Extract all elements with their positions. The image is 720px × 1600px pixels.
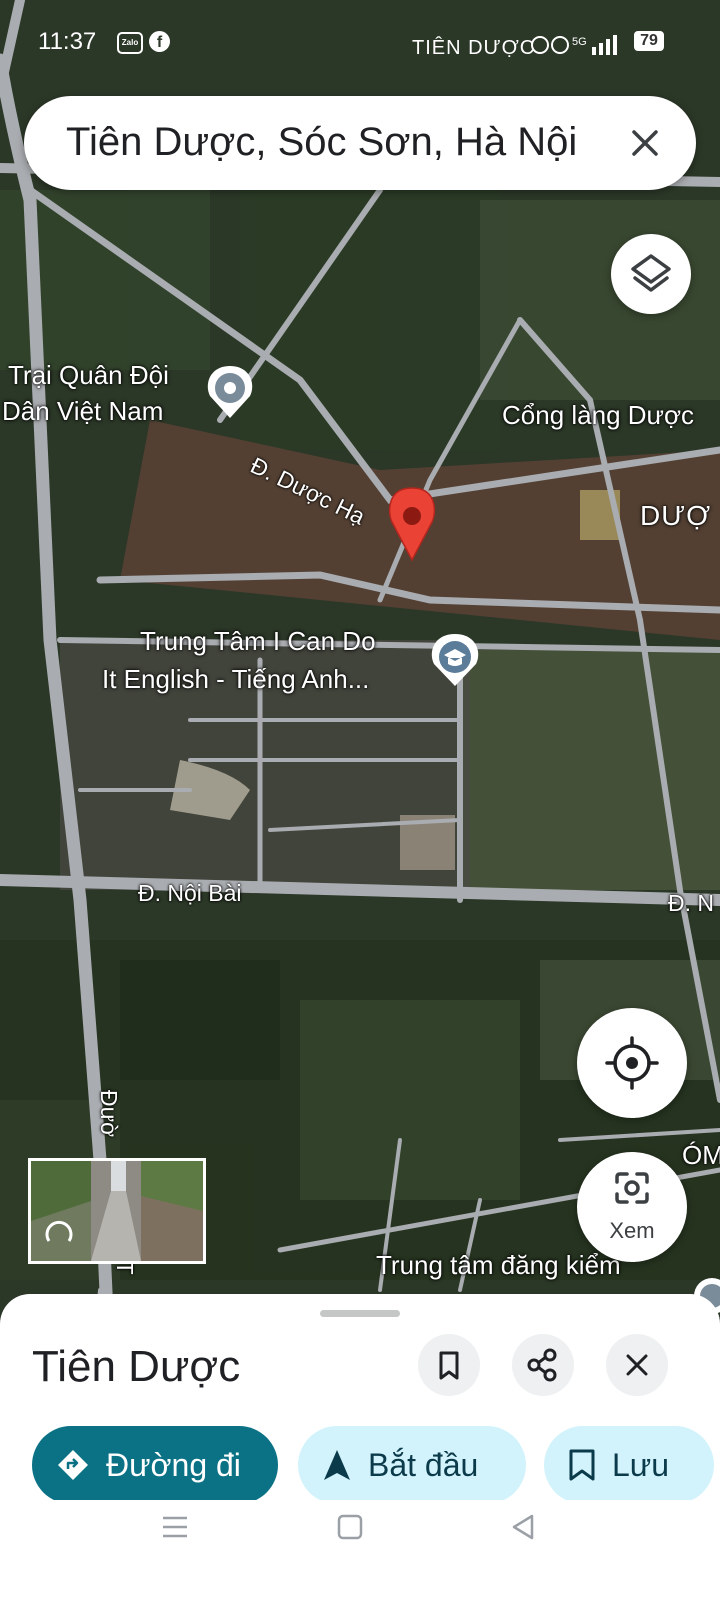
save-button[interactable]: Lưu (544, 1426, 714, 1504)
navigation-arrow-icon (322, 1448, 352, 1482)
status-bar: 11:37 Zalo f TIÊN DƯỢC 5G 79 (0, 0, 720, 84)
directions-label: Đường đi (106, 1446, 241, 1483)
start-navigation-button[interactable]: Bắt đầu (298, 1426, 526, 1504)
my-location-icon (605, 1036, 659, 1090)
zalo-icon: Zalo (117, 32, 143, 54)
street-label-vertical-top: Đườ (96, 1090, 122, 1138)
status-carrier: TIÊN DƯỢC (412, 37, 536, 59)
map-label-military-camp-line1: Trại Quân Đội (8, 360, 169, 390)
view-label: Xem (609, 1218, 655, 1243)
bookmark-icon (439, 1351, 459, 1380)
layers-icon (631, 254, 671, 292)
directions-icon (56, 1448, 90, 1482)
place-title: Tiên Dược (32, 1342, 241, 1391)
sheet-drag-handle[interactable] (320, 1310, 400, 1317)
status-time: 11:37 (38, 28, 97, 55)
map-label-inspection: Trung tâm đăng kiểm (376, 1250, 621, 1280)
facebook-icon: f (149, 31, 170, 52)
search-box[interactable]: Tiên Dược, Sóc Sơn, Hà Nội (24, 96, 696, 190)
map-label-right-edge: ÓM (682, 1140, 720, 1170)
layers-button[interactable] (611, 234, 691, 314)
network-type: 5G (572, 36, 587, 48)
map-label-area: DƯỢ (640, 500, 712, 531)
map-label-center-line1: Trung Tâm I Can Do (140, 626, 376, 656)
street-view-thumbnail[interactable] (28, 1158, 206, 1264)
map-label-village-gate: Cổng làng Dược (502, 400, 694, 430)
home-icon[interactable] (335, 1512, 365, 1542)
street-label-noi-bai-right: Đ. N (668, 890, 714, 916)
search-query[interactable]: Tiên Dược, Sóc Sơn, Hà Nội (66, 120, 577, 165)
share-button[interactable] (512, 1334, 574, 1396)
back-icon[interactable] (508, 1512, 538, 1542)
save-place-button[interactable] (418, 1334, 480, 1396)
start-label: Bắt đầu (368, 1446, 479, 1483)
share-icon (527, 1348, 557, 1382)
street-view-button[interactable]: Xem (577, 1152, 687, 1262)
street-label-noi-bai: Đ. Nội Bài (138, 880, 242, 906)
my-location-button[interactable] (577, 1008, 687, 1118)
close-sheet-button[interactable] (606, 1334, 668, 1396)
battery-icon: 79 (634, 31, 664, 51)
map-label-military-camp-line2: Dân Việt Nam (2, 396, 164, 426)
bookmark-icon (568, 1448, 596, 1482)
menu-icon[interactable] (160, 1512, 190, 1542)
signal-icon: 5G (528, 33, 628, 62)
directions-button[interactable]: Đường đi (32, 1426, 278, 1504)
close-icon (626, 1354, 648, 1376)
system-nav-bar (0, 1500, 720, 1600)
close-icon[interactable] (622, 120, 668, 166)
camera-icon (615, 1172, 649, 1204)
save-label: Lưu (612, 1446, 670, 1483)
map-label-center-line2: It English - Tiếng Anh... (102, 664, 370, 694)
